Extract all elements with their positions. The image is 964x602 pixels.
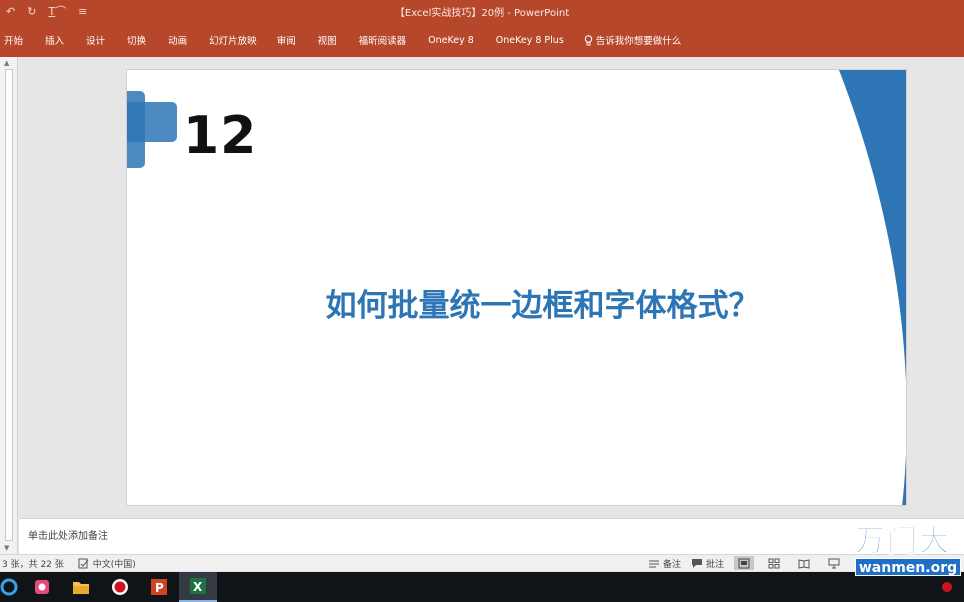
comment-icon [692, 558, 703, 568]
taskbar-app-excel[interactable]: X [179, 572, 217, 602]
slideshow-icon [828, 558, 840, 568]
tab-slideshow[interactable]: 幻灯片放映 [195, 33, 265, 47]
taskbar-app-explorer[interactable] [62, 572, 100, 602]
ribbon-tabs: 开始 插入 设计 切换 动画 幻灯片放映 审阅 视图 福昕阅读器 OneKey … [0, 32, 689, 48]
svg-text:P: P [155, 581, 164, 595]
windows-logo-icon [0, 578, 18, 596]
slide-title[interactable]: 如何批量统一边框和字体格式？ [127, 280, 906, 325]
watermark-brand: 万门大 [855, 524, 951, 560]
excel-icon: X [190, 578, 206, 594]
tab-home[interactable]: 开始 [0, 33, 31, 47]
scroll-up-arrow-icon[interactable]: ▲ [4, 59, 9, 67]
slide-count: 3 张，共 22 张 [2, 560, 64, 570]
tab-animations[interactable]: 动画 [154, 33, 195, 47]
tab-onekey-8[interactable]: OneKey 8 [414, 35, 482, 46]
notes-icon [649, 560, 659, 567]
slide-editing-area: 12 如何批量统一边框和字体格式？ [19, 57, 964, 517]
taskbar-app-powerpoint[interactable]: P [140, 572, 178, 602]
record-icon [112, 579, 128, 595]
slide-number-heading: 12 [183, 106, 258, 166]
comments-toggle-button[interactable]: 批注 [691, 557, 724, 570]
watermark-url: wanmen.org [855, 558, 961, 576]
thumbnail-scrollbar[interactable] [5, 69, 13, 541]
comments-toggle-label: 批注 [706, 559, 725, 570]
language-label: 中文(中国) [92, 560, 136, 570]
slide-canvas[interactable]: 12 如何批量统一边框和字体格式？ [126, 69, 907, 506]
spellcheck-icon [78, 558, 89, 569]
windows-taskbar: P X [0, 572, 964, 602]
reading-view-button[interactable] [794, 556, 814, 570]
window-title: 【Excel实战技巧】20例 - PowerPoint [394, 8, 570, 19]
notes-toggle-label: 备注 [663, 559, 682, 570]
plus-logo-icon [127, 91, 177, 168]
taskbar-app-camera[interactable] [23, 572, 61, 602]
reading-view-icon [798, 558, 810, 569]
slide-sorter-icon [768, 558, 780, 568]
scroll-down-arrow-icon[interactable]: ▼ [4, 544, 9, 552]
normal-view-icon [738, 558, 750, 568]
tab-design[interactable]: 设计 [72, 33, 113, 47]
ribbon: 开始 插入 设计 切换 动画 幻灯片放映 审阅 视图 福昕阅读器 OneKey … [0, 24, 964, 57]
slideshow-button[interactable] [824, 556, 844, 570]
taskbar-app-recorder[interactable] [101, 572, 139, 602]
slide-sorter-button[interactable] [764, 556, 784, 570]
powerpoint-window: ↶ ↻ T⌒ ≡ 【Excel实战技巧】20例 - PowerPoint 开始 … [0, 0, 964, 602]
language-indicator[interactable]: 中文(中国) [78, 557, 136, 570]
tell-me-search[interactable]: 告诉我你想要做什么 [572, 33, 690, 47]
tab-view[interactable]: 视图 [304, 33, 345, 47]
powerpoint-icon: P [151, 579, 167, 595]
thumbnail-pane: ▲ ▼ [0, 57, 18, 554]
lightbulb-icon [584, 34, 592, 45]
normal-view-button[interactable] [734, 556, 755, 570]
tell-me-label: 告诉我你想要做什么 [595, 36, 682, 47]
wanmen-watermark: 万门大 wanmen.org [853, 516, 964, 582]
notes-pane[interactable]: 单击此处添加备注 [19, 518, 964, 554]
tray-record-icon [942, 582, 952, 592]
title-bar: ↶ ↻ T⌒ ≡ 【Excel实战技巧】20例 - PowerPoint [0, 0, 964, 24]
notes-placeholder: 单击此处添加备注 [28, 531, 108, 542]
camera-app-icon [35, 580, 49, 594]
tab-foxit-reader[interactable]: 福昕阅读器 [345, 33, 415, 47]
status-bar: 3 张，共 22 张 中文(中国) 备注 批注 [0, 554, 964, 571]
folder-icon [73, 582, 89, 594]
tab-insert[interactable]: 插入 [31, 33, 72, 47]
notes-toggle-button[interactable]: 备注 [648, 557, 681, 570]
tab-review[interactable]: 审阅 [265, 33, 304, 47]
tab-onekey-8-plus[interactable]: OneKey 8 Plus [482, 35, 572, 46]
tab-transitions[interactable]: 切换 [113, 33, 154, 47]
svg-text:X: X [193, 580, 203, 594]
